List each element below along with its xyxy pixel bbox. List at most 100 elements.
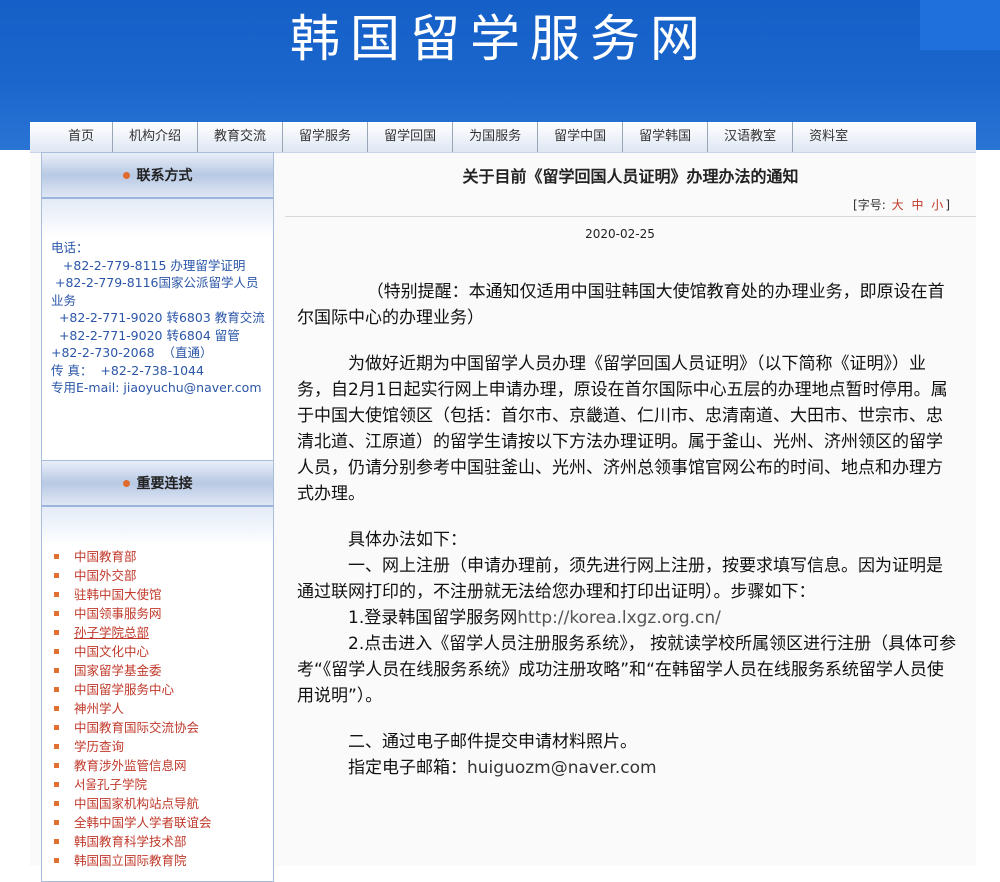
site-url-link[interactable]: http://korea.lxgz.org.cn/: [517, 608, 721, 628]
nav-study-korea[interactable]: 留学韩国: [622, 122, 707, 152]
font-size-medium[interactable]: 中: [911, 198, 923, 212]
link-label[interactable]: 全韩中国学人学者联谊会: [74, 813, 212, 832]
font-size-small[interactable]: 小: [931, 198, 943, 212]
contact-line: 传 真： +82-2-738-1044: [51, 362, 204, 378]
contact-panel: 联系方式 电话： +82-2-779-8115 办理留学证明 +82-2-779…: [41, 152, 274, 464]
bullet-icon: [54, 611, 59, 616]
link-item[interactable]: 中国领事服务网: [54, 604, 273, 623]
bullet-icon: [122, 479, 130, 487]
link-item[interactable]: 全韩中国学人学者联谊会: [54, 813, 273, 832]
link-item[interactable]: 神州学人: [54, 699, 273, 718]
link-label[interactable]: 中国国家机构站点导航: [74, 794, 199, 813]
article-date: 2020-02-25: [585, 227, 655, 241]
font-size-large[interactable]: 大: [892, 198, 904, 212]
bullet-icon: [54, 725, 59, 730]
email-label: 指定电子邮箱：: [348, 758, 467, 778]
link-item[interactable]: 韩国教育科学技术部: [54, 832, 273, 851]
contact-line: +82-2-779-8115 办理留学证明: [51, 257, 246, 273]
contact-line: +82-2-771-9020 转6804 留管: [51, 327, 240, 343]
link-item[interactable]: 教育涉外监管信息网: [54, 756, 273, 775]
link-item[interactable]: 国家留学基金委: [54, 661, 273, 680]
contact-line: 电话：: [51, 240, 89, 255]
panel-fade: [42, 199, 273, 239]
contact-info: 电话： +82-2-779-8115 办理留学证明 +82-2-779-8116…: [42, 239, 273, 397]
link-item[interactable]: 中国留学服务中心: [54, 680, 273, 699]
article-body: （特别提醒：本通知仅适用中国驻韩国大使馆教育处的办理业务，即原设在首尔国际中心的…: [297, 279, 957, 781]
page-container: 首页 机构介绍 教育交流 留学服务 留学回国 为国服务 留学中国 留学韩国 汉语…: [30, 122, 976, 882]
link-label[interactable]: 学历查询: [74, 737, 124, 756]
link-label[interactable]: 韩国教育科学技术部: [74, 832, 187, 851]
link-item[interactable]: 서울孔子学院: [54, 775, 273, 794]
link-label[interactable]: 中国教育部: [74, 547, 137, 566]
main-nav: 首页 机构介绍 教育交流 留学服务 留学回国 为国服务 留学中国 留学韩国 汉语…: [30, 122, 976, 153]
link-item[interactable]: 中国文化中心: [54, 642, 273, 661]
link-item[interactable]: 中国外交部: [54, 566, 273, 585]
contact-line: +82-2-771-9020 转6803 教育交流: [51, 310, 265, 325]
contact-line: +82-2-730-2068 （直通）: [51, 345, 213, 360]
link-item[interactable]: 中国国家机构站点导航: [54, 794, 273, 813]
nav-resources[interactable]: 资料室: [792, 122, 864, 152]
link-label[interactable]: 中国外交部: [74, 566, 137, 585]
step-text: 1.登录韩国留学服务网: [348, 608, 518, 628]
link-label[interactable]: 中国教育国际交流协会: [74, 718, 199, 737]
link-label[interactable]: 中国文化中心: [74, 642, 149, 661]
link-item[interactable]: 学历查询: [54, 737, 273, 756]
bullet-icon: [54, 782, 59, 787]
nav-chinese-classroom[interactable]: 汉语教室: [707, 122, 792, 152]
article-title: 关于目前《留学回国人员证明》办理办法的通知: [462, 167, 799, 186]
paragraph: 二、通过电子邮件提交申请材料照片。: [348, 732, 637, 752]
link-item[interactable]: 中国教育国际交流协会: [54, 718, 273, 737]
nav-serve-country[interactable]: 为国服务: [452, 122, 537, 152]
link-label[interactable]: 中国领事服务网: [74, 604, 162, 623]
nav-about[interactable]: 机构介绍: [112, 122, 197, 152]
link-item[interactable]: 驻韩中国大使馆: [54, 585, 273, 604]
paragraph: （特别提醒：本通知仅适用中国驻韩国大使馆教育处的办理业务，即原设在首尔国际中心的…: [297, 282, 945, 328]
link-item[interactable]: 孙子学院总部: [54, 623, 273, 642]
font-size-switcher: [字号: 大 中 小]: [853, 196, 950, 213]
link-label[interactable]: 神州学人: [74, 699, 124, 718]
link-item[interactable]: 韩国国立国际教育院: [54, 851, 273, 870]
contact-line: 业务: [51, 292, 77, 308]
panel-fade: [42, 507, 273, 547]
link-label[interactable]: 中国留学服务中心: [74, 680, 174, 699]
links-list: 中国教育部 中国外交部 驻韩中国大使馆 中国领事服务网 孙子学院总部 中国文化中…: [42, 547, 273, 870]
bullet-icon: [54, 573, 59, 578]
bullet-icon: [54, 592, 59, 597]
nav-study-china[interactable]: 留学中国: [537, 122, 622, 152]
nav-home[interactable]: 首页: [30, 122, 112, 152]
contact-email: 专用E-mail: jiaoyuchu@naver.com: [51, 380, 262, 395]
paragraph: 1.登录韩国留学服务网http://korea.lxgz.org.cn/: [297, 605, 957, 631]
paragraph: 一、网上注册（申请办理前，须先进行网上注册，按要求填写信息。因为证明是通过联网打…: [297, 556, 943, 602]
font-size-label: [字号:: [853, 198, 886, 212]
bullet-icon: [54, 744, 59, 749]
bullet-icon: [122, 171, 130, 179]
links-heading: 重要连接: [136, 476, 193, 492]
bullet-icon: [54, 820, 59, 825]
nav-education-exchange[interactable]: 教育交流: [197, 122, 282, 152]
bullet-icon: [54, 858, 59, 863]
site-title: 韩国留学服务网: [290, 10, 710, 68]
bullet-icon: [54, 801, 59, 806]
nav-return-home[interactable]: 留学回国: [367, 122, 452, 152]
contact-heading: 联系方式: [136, 168, 193, 184]
nav-study-services[interactable]: 留学服务: [282, 122, 367, 152]
bullet-icon: [54, 649, 59, 654]
bullet-icon: [54, 668, 59, 673]
article: 关于目前《留学回国人员证明》办理办法的通知 [字号: 大 中 小] 2020-0…: [285, 152, 976, 778]
contact-panel-header: 联系方式: [42, 153, 273, 199]
link-label[interactable]: 教育涉外监管信息网: [74, 756, 187, 775]
link-label[interactable]: 驻韩中国大使馆: [74, 585, 162, 604]
email-link[interactable]: huiguozm@naver.com: [467, 758, 657, 778]
contact-line: +82-2-779-8116国家公派留学人员: [51, 275, 259, 290]
link-label[interactable]: 孙子学院总部: [74, 623, 149, 642]
bullet-icon: [54, 687, 59, 692]
link-label[interactable]: 韩国国立国际教育院: [74, 851, 187, 870]
link-label[interactable]: 서울孔子学院: [74, 775, 147, 794]
paragraph: 指定电子邮箱：huiguozm@naver.com: [297, 755, 957, 781]
link-item[interactable]: 中国教育部: [54, 547, 273, 566]
bullet-icon: [54, 839, 59, 844]
link-label[interactable]: 国家留学基金委: [74, 661, 162, 680]
